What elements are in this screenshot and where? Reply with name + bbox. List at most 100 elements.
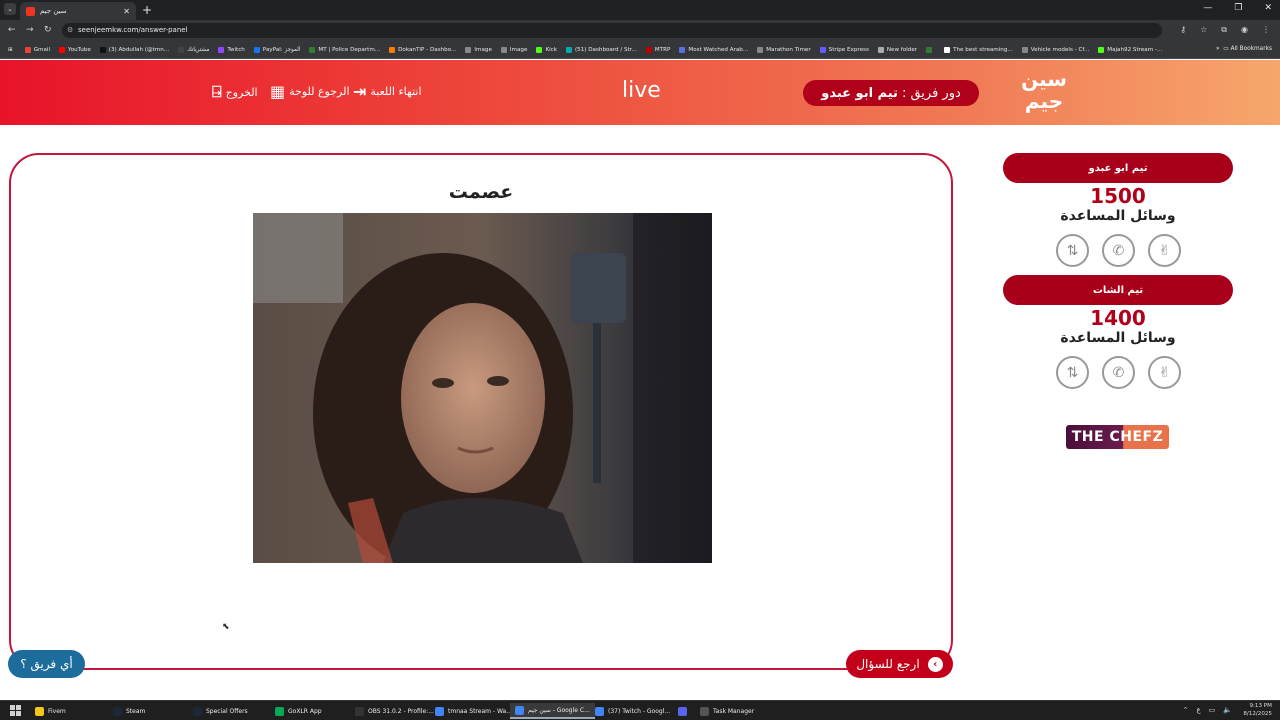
apps-icon[interactable]: ⊞ — [8, 47, 13, 53]
team-name: تيم الشات — [1092, 284, 1144, 296]
close-window-icon[interactable]: ✕ — [1264, 3, 1272, 13]
menu-icon[interactable]: ⋮ — [1262, 25, 1270, 35]
tray-icons: ⌃ ع ▭ 🔈 — [1183, 706, 1232, 714]
help-tools-row: ⇅ ✆ ✌ — [1056, 356, 1181, 389]
back-icon[interactable]: ← — [8, 25, 16, 35]
call-friend-icon[interactable]: ✆ — [1102, 234, 1135, 267]
restore-icon[interactable]: ❐ — [1234, 3, 1242, 13]
url-text: seenjeemkw.com/answer-panel — [78, 26, 188, 34]
forward-icon[interactable]: → — [26, 25, 34, 35]
bookmark-item[interactable]: Most Watched Arab... — [679, 46, 748, 53]
end-game-label: انتهاء اللعبة — [370, 85, 422, 98]
bookmark-favicon-icon — [24, 46, 31, 53]
windows-start-icon[interactable] — [10, 705, 21, 716]
live-indicator: live — [622, 78, 661, 103]
minimize-icon[interactable]: — — [1203, 3, 1212, 13]
bookmark-label: مشترياتك — [187, 46, 210, 53]
taskbar-app[interactable]: Task Manager — [695, 703, 759, 719]
clock[interactable]: 9:13 PM 8/12/2025 — [1243, 702, 1272, 718]
team-turn-badge: دور فريق : تيم ابو عبدو — [803, 80, 979, 106]
bookmark-item[interactable]: DokanTIP - Dashbo... — [389, 46, 456, 53]
password-key-icon[interactable]: ⚷ — [1180, 25, 1186, 35]
answer-panel: عصمت — [9, 153, 953, 670]
back-to-board-button[interactable]: الرجوع للوحة ▦ — [270, 82, 350, 101]
bookmark-item[interactable]: Marathon Timer — [757, 46, 811, 53]
which-team-button[interactable]: أي فريق ؟ — [8, 650, 85, 678]
bookmark-item[interactable]: YouTube — [59, 46, 91, 53]
help-tools-label: وسائل المساعدة — [1060, 330, 1176, 346]
bookmark-item[interactable]: Image — [465, 46, 492, 53]
bookmark-label: Image — [474, 46, 492, 53]
network-icon[interactable]: ▭ — [1209, 706, 1216, 714]
new-tab-icon[interactable]: + — [142, 3, 152, 17]
address-bar-icons: ⚷ ☆ ⧉ ◉ ⋮ — [1180, 25, 1270, 35]
taskbar-app[interactable] — [673, 703, 696, 719]
app-icon — [700, 706, 709, 716]
bookmark-item[interactable]: (3) Abdullah (@tmn... — [99, 46, 169, 53]
end-game-button[interactable]: انتهاء اللعبة ⇥ — [353, 82, 422, 101]
which-team-label: أي فريق ؟ — [20, 657, 73, 671]
reload-icon[interactable]: ↻ — [44, 25, 52, 35]
language-icon[interactable]: ع — [1196, 706, 1200, 714]
extensions-icon[interactable]: ⧉ — [1221, 25, 1227, 35]
team-name: تيم ابو عبدو — [1088, 162, 1148, 174]
bookmark-item[interactable]: PayPal: الموجز — [253, 46, 300, 53]
bookmark-star-icon[interactable]: ☆ — [1200, 25, 1207, 35]
taskbar-app[interactable]: Fivem — [30, 703, 71, 719]
bookmark-item[interactable]: MTRP — [645, 46, 670, 53]
portrait-photo — [253, 213, 712, 563]
app-icon — [435, 706, 444, 716]
app-icon — [355, 706, 364, 716]
bookmark-item[interactable]: MT | Police Departm... — [309, 46, 380, 53]
bookmark-item[interactable]: Majah92 Stream -... — [1098, 46, 1163, 53]
tab-search-icon[interactable]: ⌄ — [4, 3, 16, 15]
chevron-up-icon[interactable]: ⌃ — [1183, 706, 1189, 714]
swap-question-icon[interactable]: ⇅ — [1056, 234, 1089, 267]
swap-question-icon[interactable]: ⇅ — [1056, 356, 1089, 389]
bookmark-item[interactable]: Twitch — [218, 46, 245, 53]
bookmark-item[interactable]: New folder — [877, 46, 918, 53]
back-to-question-label: ارجع للسؤال — [856, 657, 920, 671]
exit-button[interactable]: الخروج ⍈ — [212, 82, 258, 102]
bookmark-label: Majah92 Stream -... — [1107, 46, 1163, 53]
bookmark-item[interactable]: مشترياتك — [178, 46, 210, 53]
bookmark-item[interactable]: Stripe Express — [819, 46, 869, 53]
url-input[interactable]: ⚙ seenjeemkw.com/answer-panel — [62, 23, 1162, 38]
taskbar-app[interactable]: Special Offers — [188, 703, 253, 719]
back-to-question-button[interactable]: › ارجع للسؤال — [846, 650, 953, 678]
bookmark-favicon-icon — [389, 46, 396, 53]
bookmark-label: New folder — [886, 46, 918, 53]
bookmark-label: Twitch — [227, 46, 245, 53]
taskbar-app[interactable]: OBS 31.0.2 - Profile:... — [350, 703, 439, 719]
taskbar-app-label: Special Offers — [206, 707, 248, 715]
taskbar-app-label: Fivem — [48, 707, 66, 715]
browser-tab[interactable]: سين جيم ✕ — [20, 2, 136, 20]
bookmark-item[interactable]: Gmail — [24, 46, 50, 53]
bookmark-item[interactable]: Kick — [536, 46, 557, 53]
bookmarks-bar: ⊞ Gmail YouTube (3) Abdullah (@tmn... مشتري… — [0, 41, 1280, 59]
clock-time: 9:13 PM — [1249, 703, 1272, 709]
volume-icon[interactable]: 🔈 — [1223, 706, 1232, 714]
taskbar-app[interactable]: سين جيم - Google C... — [510, 703, 595, 719]
answer-image — [253, 213, 712, 563]
bookmark-item[interactable]: Vehicle models - Cf... — [1021, 46, 1089, 53]
taskbar-app[interactable]: tmnaa Stream - Wa... — [430, 703, 517, 719]
bookmark-favicon-icon — [926, 46, 933, 53]
profile-icon[interactable]: ◉ — [1241, 25, 1248, 35]
taskbar-app[interactable]: GoXLR App — [270, 703, 327, 719]
bookmark-item[interactable] — [926, 46, 935, 53]
double-answer-icon[interactable]: ✌ — [1148, 356, 1181, 389]
bookmark-item[interactable]: Image — [500, 46, 527, 53]
double-answer-icon[interactable]: ✌ — [1148, 234, 1181, 267]
bookmark-item[interactable]: (51) Dashboard / Str... — [565, 46, 637, 53]
taskbar-app[interactable]: (37) Twitch - Googl... — [590, 703, 675, 719]
all-bookmarks[interactable]: » ▭ All Bookmarks — [1216, 46, 1272, 52]
help-tools-label: وسائل المساعدة — [1060, 208, 1176, 224]
taskbar-app[interactable]: Steam — [108, 703, 150, 719]
call-friend-icon[interactable]: ✆ — [1102, 356, 1135, 389]
bookmark-item[interactable]: The best streaming... — [944, 46, 1013, 53]
close-tab-icon[interactable]: ✕ — [123, 7, 130, 16]
header-banner: سين جيم دور فريق : تيم ابو عبدو live انت… — [0, 60, 1280, 125]
site-info-icon[interactable]: ⚙ — [67, 23, 73, 38]
answer-text: عصمت — [448, 181, 514, 203]
